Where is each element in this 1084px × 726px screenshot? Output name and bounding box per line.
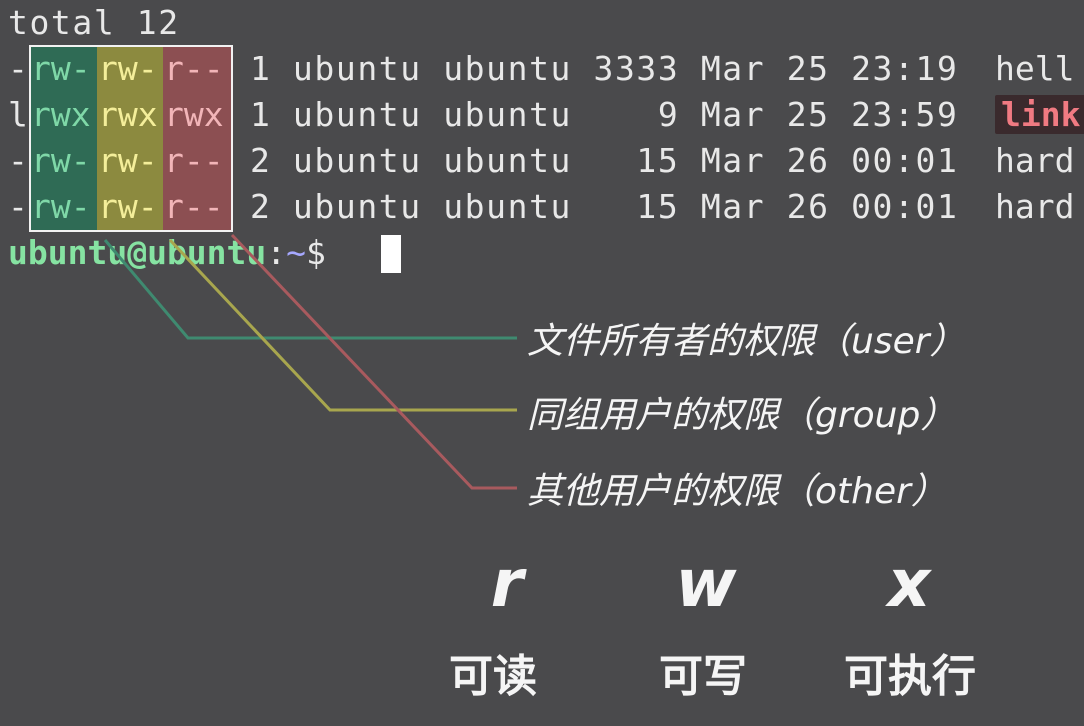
read-letter: r	[490, 545, 524, 622]
execute-label: 可执行	[844, 651, 976, 702]
other-permission-label: 其他用户的权限（other）	[527, 471, 947, 512]
read-label: 可读	[449, 651, 537, 702]
write-letter: w	[675, 545, 737, 622]
user-connector-line	[103, 239, 517, 340]
group-connector-line	[168, 238, 517, 412]
write-label: 可写	[659, 651, 747, 702]
group-permission-label: 同组用户的权限（group）	[527, 395, 957, 436]
user-permission-label: 文件所有者的权限（user）	[527, 321, 966, 362]
execute-letter: x	[887, 545, 931, 622]
other-connector-line	[230, 233, 517, 490]
